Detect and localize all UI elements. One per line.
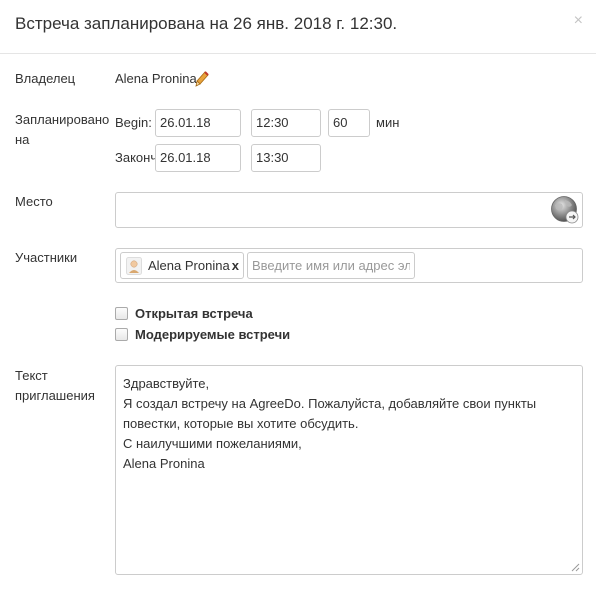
globe-icon[interactable] [550, 195, 580, 225]
invitation-line: Alena Pronina [123, 456, 205, 471]
invitation-textarea[interactable]: Здравствуйте, Я создал встречу на AgreeD… [115, 365, 583, 575]
duration-input[interactable]: 60 [328, 109, 370, 137]
open-meeting-checkbox[interactable] [115, 307, 128, 320]
owner-name: Alena Pronina [115, 71, 197, 86]
schedule-label: Запланировано на [15, 110, 109, 150]
duration-unit: мин [376, 115, 400, 130]
invitation-label-line1: Текст [15, 368, 48, 383]
owner-label: Владелец [15, 71, 76, 86]
end-time-input[interactable]: 13:30 [251, 144, 321, 172]
participant-chip-name: Alena Pronina [148, 258, 230, 273]
open-meeting-option[interactable]: Открытая встреча [115, 305, 315, 323]
invitation-line: повестки, которые вы хотите обсудить. [123, 416, 359, 431]
schedule-label-line1: Запланировано [15, 112, 110, 127]
dialog-title: Встреча запланирована на 26 янв. 2018 г.… [15, 14, 398, 33]
invitation-line: Здравствуйте, [123, 376, 210, 391]
pencil-icon[interactable] [195, 71, 209, 87]
moderated-meeting-option[interactable]: Модерируемые встречи [115, 326, 335, 344]
close-icon[interactable]: × [574, 13, 583, 29]
resize-handle-icon[interactable] [571, 563, 580, 572]
user-avatar-icon [126, 257, 142, 275]
place-input[interactable] [115, 192, 583, 228]
invitation-line: С наилучшими пожеланиями, [123, 436, 302, 451]
begin-label: Begin: [115, 115, 152, 130]
participant-chip[interactable]: Alena Pronina x [120, 252, 244, 279]
begin-date-input[interactable]: 26.01.18 [155, 109, 241, 137]
dialog-header: Встреча запланирована на 26 янв. 2018 г.… [0, 0, 596, 54]
invitation-label: Текст приглашения [15, 366, 95, 406]
schedule-label-line2: на [15, 132, 30, 147]
open-meeting-label[interactable]: Открытая встреча [135, 304, 253, 324]
moderated-meeting-label[interactable]: Модерируемые встречи [135, 325, 290, 345]
remove-participant-button[interactable]: x [232, 256, 239, 276]
participant-search-input[interactable] [247, 252, 415, 279]
place-label: Место [15, 194, 53, 209]
invitation-line: Я создал встречу на AgreeDo. Пожалуйста,… [123, 396, 537, 411]
begin-time-input[interactable]: 12:30 [251, 109, 321, 137]
invitation-label-line2: приглашения [15, 388, 95, 403]
participants-field[interactable]: Alena Pronina x [115, 248, 583, 283]
end-label: Законч [115, 150, 158, 165]
participants-label: Участники [15, 250, 78, 265]
end-date-input[interactable]: 26.01.18 [155, 144, 241, 172]
moderated-meeting-checkbox[interactable] [115, 328, 128, 341]
